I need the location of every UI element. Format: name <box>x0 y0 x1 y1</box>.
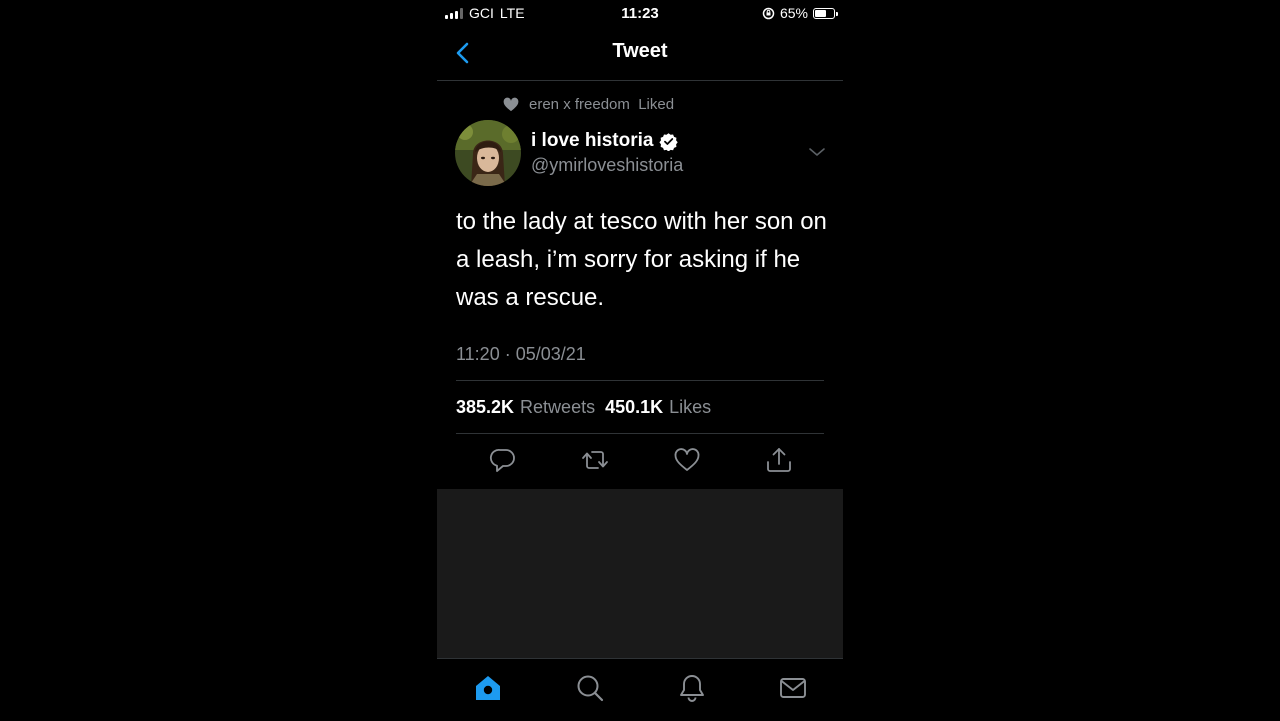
author-display-name: i love historia <box>531 130 654 151</box>
bottom-tab-bar <box>437 658 843 721</box>
page-title: Tweet <box>612 40 668 62</box>
social-context-text: eren x freedom Liked <box>529 96 675 113</box>
divider <box>456 380 824 381</box>
divider <box>456 433 824 434</box>
content-area <box>437 489 843 658</box>
phone-screen: GCI LTE 11:23 65% Tweet eren x freedom L… <box>437 0 843 721</box>
orientation-lock-icon <box>762 7 775 19</box>
status-bar-right: 65% <box>762 5 838 21</box>
avatar[interactable] <box>455 120 521 186</box>
mail-icon[interactable] <box>778 673 808 703</box>
bell-icon[interactable] <box>677 673 707 703</box>
social-context[interactable]: eren x freedom Liked <box>503 96 674 113</box>
avatar-image <box>455 120 521 186</box>
tweet-timestamp: 11:20 · 05/03/21 <box>456 344 586 364</box>
status-bar: GCI LTE 11:23 65% <box>437 0 843 26</box>
retweet-label[interactable]: Retweets <box>520 397 595 418</box>
heart-filled-icon <box>503 97 519 112</box>
tweet-stats: 385.2K Retweets 450.1K Likes <box>456 397 715 418</box>
author-handle[interactable]: @ymirloveshistoria <box>531 155 683 176</box>
author-name[interactable]: i love historia <box>531 130 679 152</box>
like-label[interactable]: Likes <box>669 397 711 418</box>
like-count[interactable]: 450.1K <box>605 397 663 418</box>
heart-icon[interactable] <box>673 446 701 474</box>
retweet-icon[interactable] <box>581 446 609 474</box>
verified-badge-icon <box>659 132 679 151</box>
top-header: Tweet <box>437 26 843 81</box>
battery-icon <box>813 7 838 19</box>
battery-level <box>815 9 827 17</box>
home-icon[interactable] <box>473 673 503 703</box>
retweet-count[interactable]: 385.2K <box>456 397 514 418</box>
search-icon[interactable] <box>575 673 605 703</box>
tweet-text: to the lady at tesco with her son on a l… <box>456 208 827 311</box>
battery-percent: 65% <box>779 5 808 21</box>
reply-icon[interactable] <box>489 446 517 474</box>
chevron-down-icon[interactable] <box>807 144 827 160</box>
share-icon[interactable] <box>765 446 793 474</box>
tweet-actions <box>437 446 843 478</box>
